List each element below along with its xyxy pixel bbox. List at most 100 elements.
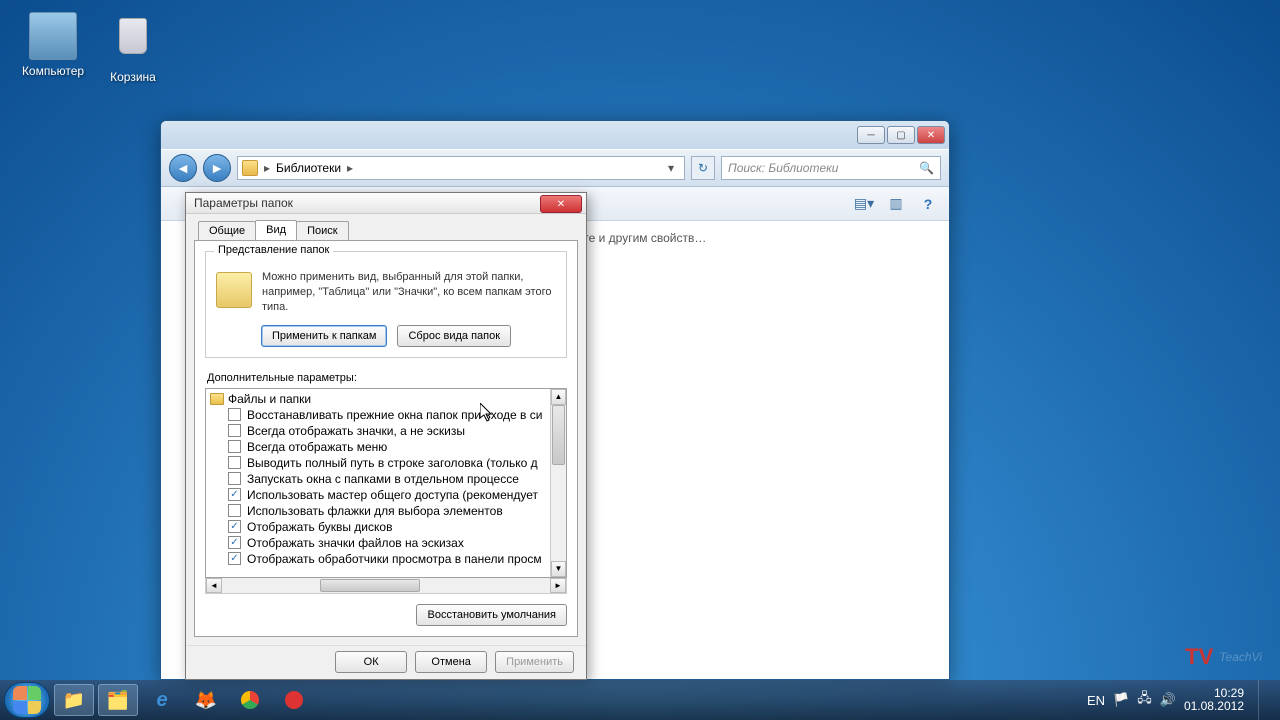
tab-view[interactable]: Вид <box>255 220 297 240</box>
taskbar-firefox[interactable]: 🦊 <box>186 684 226 716</box>
groupbox-legend: Представление папок <box>214 244 333 256</box>
hscroll-thumb[interactable] <box>320 579 420 592</box>
tree-item-label: Использовать флажки для выбора элементов <box>247 504 503 518</box>
breadcrumb-segment[interactable]: Библиотеки <box>276 161 341 175</box>
tray-volume-icon[interactable]: 🔊 <box>1160 692 1176 708</box>
tray-flag-icon[interactable]: 🏳️ <box>1113 692 1129 708</box>
tab-search[interactable]: Поиск <box>296 221 348 240</box>
address-dropdown[interactable]: ▾ <box>662 161 680 175</box>
desktop-icon-bin[interactable]: Корзина <box>98 12 168 84</box>
watermark: TVTeachVi <box>1185 644 1262 670</box>
folder-options-dialog: Параметры папок ✕ Общие Вид Поиск Предст… <box>185 192 587 680</box>
dialog-tabs: Общие Вид Поиск <box>186 220 586 240</box>
tree-checkbox-item[interactable]: Восстанавливать прежние окна папок при в… <box>210 407 546 423</box>
checkbox[interactable] <box>228 408 241 421</box>
tree-root-label: Файлы и папки <box>228 392 311 406</box>
tree-item-label: Отображать буквы дисков <box>247 520 392 534</box>
refresh-button[interactable]: ↻ <box>691 156 715 180</box>
tree-checkbox-item[interactable]: ✓ Отображать буквы дисков <box>210 519 546 535</box>
tree-horizontal-scrollbar[interactable]: ◄ ► <box>205 578 567 594</box>
taskbar-opera[interactable] <box>274 684 314 716</box>
explorer-titlebar[interactable]: ─ ▢ ✕ <box>161 121 949 149</box>
scroll-right-button[interactable]: ► <box>550 578 566 593</box>
address-field[interactable]: ▸ Библиотеки ▸ ▾ <box>237 156 685 180</box>
ok-button[interactable]: ОК <box>335 651 407 673</box>
taskbar: 📁 🗂️ e 🦊 EN 🏳️ 🖧 🔊 10:29 01.08.2012 <box>0 680 1280 720</box>
taskbar-explorer-2[interactable]: 🗂️ <box>98 684 138 716</box>
checkbox[interactable] <box>228 456 241 469</box>
tree-item-label: Всегда отображать меню <box>247 440 387 454</box>
tree-item-label: Восстанавливать прежние окна папок при в… <box>247 408 542 422</box>
apply-to-folders-button[interactable]: Применить к папкам <box>261 325 388 347</box>
advanced-settings-tree[interactable]: Файлы и папки Восстанавливать прежние ок… <box>205 388 567 578</box>
checkbox[interactable] <box>228 472 241 485</box>
tree-item-label: Использовать мастер общего доступа (реко… <box>247 488 538 502</box>
dialog-titlebar[interactable]: Параметры папок ✕ <box>186 193 586 214</box>
checkbox[interactable] <box>228 424 241 437</box>
tree-checkbox-item[interactable]: ✓ Использовать мастер общего доступа (рек… <box>210 487 546 503</box>
tree-item-label: Выводить полный путь в строке заголовка … <box>247 456 538 470</box>
tree-checkbox-item[interactable]: Использовать флажки для выбора элементов <box>210 503 546 519</box>
desktop-icon-label: Корзина <box>98 70 168 84</box>
advanced-settings-label: Дополнительные параметры: <box>207 372 567 384</box>
help-button[interactable]: ? <box>917 193 939 215</box>
tree-checkbox-item[interactable]: Всегда отображать значки, а не эскизы <box>210 423 546 439</box>
checkbox[interactable]: ✓ <box>228 552 241 565</box>
tree-checkbox-item[interactable]: Выводить полный путь в строке заголовка … <box>210 455 546 471</box>
minimize-button[interactable]: ─ <box>857 126 885 144</box>
checkbox[interactable]: ✓ <box>228 488 241 501</box>
show-desktop-button[interactable] <box>1258 680 1270 720</box>
maximize-button[interactable]: ▢ <box>887 126 915 144</box>
folder-views-groupbox: Представление папок Можно применить вид,… <box>205 251 567 358</box>
tray-network-icon[interactable]: 🖧 <box>1137 689 1152 711</box>
search-input[interactable]: Поиск: Библиотеки 🔍 <box>721 156 941 180</box>
dialog-close-button[interactable]: ✕ <box>540 195 582 213</box>
search-placeholder: Поиск: Библиотеки <box>728 161 838 175</box>
tree-item-label: Отображать значки файлов на эскизах <box>247 536 464 550</box>
tree-checkbox-item[interactable]: Всегда отображать меню <box>210 439 546 455</box>
tree-item-label: Отображать обработчики просмотра в панел… <box>247 552 542 566</box>
desktop-icon-computer[interactable]: Компьютер <box>18 12 88 78</box>
taskbar-explorer[interactable]: 📁 <box>54 684 94 716</box>
libraries-icon <box>242 160 258 176</box>
taskbar-ie[interactable]: e <box>142 684 182 716</box>
apply-button[interactable]: Применить <box>495 651 574 673</box>
checkbox[interactable] <box>228 504 241 517</box>
tree-checkbox-item[interactable]: Запускать окна с папками в отдельном про… <box>210 471 546 487</box>
tree-checkbox-item[interactable]: ✓ Отображать значки файлов на эскизах <box>210 535 546 551</box>
scroll-down-button[interactable]: ▼ <box>551 561 566 577</box>
scroll-thumb[interactable] <box>552 405 565 465</box>
scroll-track[interactable] <box>551 405 566 561</box>
tree-checkbox-item[interactable]: ✓ Отображать обработчики просмотра в пане… <box>210 551 546 567</box>
search-icon: 🔍 <box>919 161 934 175</box>
tree-vertical-scrollbar[interactable]: ▲ ▼ <box>550 389 566 577</box>
explorer-address-bar: ◄ ► ▸ Библиотеки ▸ ▾ ↻ Поиск: Библиотеки… <box>161 149 949 187</box>
cancel-button[interactable]: Отмена <box>415 651 487 673</box>
nav-back-button[interactable]: ◄ <box>169 154 197 182</box>
tray-clock[interactable]: 10:29 01.08.2012 <box>1184 687 1244 713</box>
dialog-footer: ОК Отмена Применить <box>186 645 586 679</box>
start-button[interactable] <box>4 682 50 718</box>
computer-icon <box>29 12 77 60</box>
taskbar-chrome[interactable] <box>230 684 270 716</box>
nav-forward-button[interactable]: ► <box>203 154 231 182</box>
tray-lang[interactable]: EN <box>1087 693 1105 708</box>
scroll-up-button[interactable]: ▲ <box>551 389 566 405</box>
tray-date: 01.08.2012 <box>1184 700 1244 713</box>
checkbox[interactable]: ✓ <box>228 520 241 533</box>
close-button[interactable]: ✕ <box>917 126 945 144</box>
hscroll-track[interactable] <box>222 578 550 593</box>
tree-root-files-folders[interactable]: Файлы и папки <box>210 391 546 407</box>
tree-item-label: Всегда отображать значки, а не эскизы <box>247 424 465 438</box>
restore-defaults-button[interactable]: Восстановить умолчания <box>416 604 567 626</box>
scroll-left-button[interactable]: ◄ <box>206 578 222 593</box>
recycle-bin-icon <box>109 18 157 66</box>
tab-general[interactable]: Общие <box>198 221 256 240</box>
system-tray: EN 🏳️ 🖧 🔊 10:29 01.08.2012 <box>1087 680 1276 720</box>
view-options-button[interactable]: ▤▾ <box>853 193 875 215</box>
reset-folders-button[interactable]: Сброс вида папок <box>397 325 511 347</box>
checkbox[interactable] <box>228 440 241 453</box>
preview-pane-button[interactable]: ▥ <box>885 193 907 215</box>
checkbox[interactable]: ✓ <box>228 536 241 549</box>
dialog-title: Параметры папок <box>194 196 293 210</box>
